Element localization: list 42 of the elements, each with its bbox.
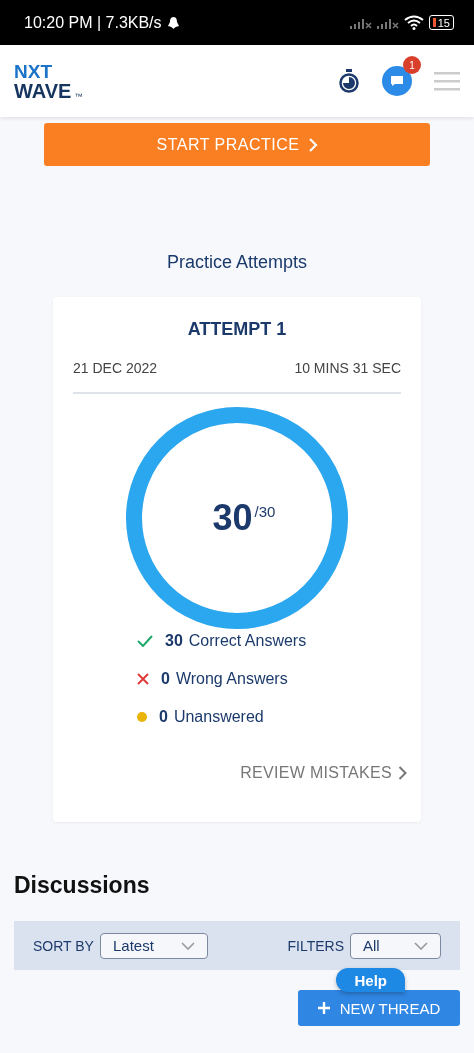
plus-icon xyxy=(317,1002,330,1014)
chevron-down-icon xyxy=(414,941,428,950)
new-thread-button[interactable]: NEW THREAD xyxy=(298,990,460,1026)
section-title: Practice Attempts xyxy=(165,252,309,273)
stopwatch-icon[interactable] xyxy=(338,69,360,93)
signal-icon xyxy=(349,16,372,29)
chevron-right-icon xyxy=(307,137,318,152)
result-label: Unanswered xyxy=(173,708,264,726)
wifi-icon xyxy=(403,15,424,30)
help-button[interactable]: Help xyxy=(336,968,405,992)
cross-icon xyxy=(137,673,149,685)
result-label: Wrong Answers xyxy=(175,670,288,688)
chevron-right-icon xyxy=(398,766,407,780)
notification-icon xyxy=(166,15,180,30)
result-count: 30 xyxy=(165,632,183,650)
notification-badge: 1 xyxy=(403,56,421,74)
result-count: 0 xyxy=(161,670,170,688)
battery-indicator: 15 xyxy=(428,15,454,30)
trademark-mark: ™ xyxy=(74,92,83,101)
filters-label: FILTERS xyxy=(287,937,344,954)
chat-icon xyxy=(390,75,404,87)
dot-icon xyxy=(137,712,147,722)
check-icon xyxy=(137,635,153,647)
result-label: Correct Answers xyxy=(188,632,307,650)
start-practice-button[interactable]: START PRACTICE xyxy=(44,123,430,166)
attempt-date: 21 DEC 2022 xyxy=(73,360,158,376)
discussions-title: Discussions xyxy=(14,872,151,899)
logo-text: WAVE xyxy=(14,80,72,101)
attempt-duration: 10 MINS 31 SEC xyxy=(294,360,401,376)
filter-dropdown[interactable]: All xyxy=(350,932,441,959)
attempt-title: ATTEMPT 1 xyxy=(186,319,288,340)
sort-dropdown[interactable]: Latest xyxy=(99,932,208,959)
signal-icon xyxy=(376,16,399,29)
review-mistakes-link[interactable]: REVIEW MISTAKES xyxy=(240,764,407,782)
logo-text: NXT xyxy=(14,61,53,81)
chevron-down-icon xyxy=(180,941,195,950)
status-time: 10:20 PM | 7.3KB/s xyxy=(24,13,162,32)
score-value: 30 xyxy=(212,497,253,539)
score-total: /30 xyxy=(254,502,276,520)
sort-label: SORT BY xyxy=(33,937,94,954)
result-count: 0 xyxy=(159,708,168,726)
chat-button[interactable] xyxy=(382,66,412,96)
